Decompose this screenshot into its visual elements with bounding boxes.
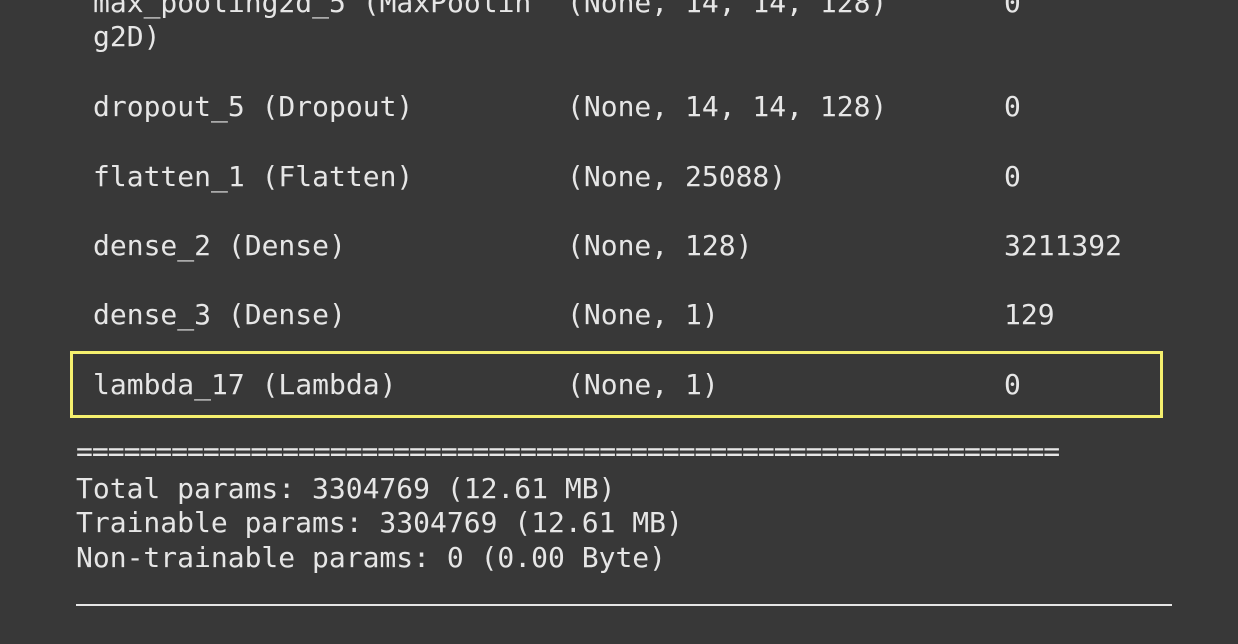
layer-output-shape: (None, 128) xyxy=(567,229,753,262)
double-separator: ========================================… xyxy=(76,440,1060,458)
layer-name: max_pooling2d_5 (MaxPoolin g2D) xyxy=(93,0,532,53)
layer-output-shape: (None, 1) xyxy=(567,368,719,401)
layer-param-count: 0 xyxy=(1004,90,1021,123)
layer-param-count: 0 xyxy=(1004,160,1021,193)
single-separator xyxy=(76,604,1172,606)
layer-name: flatten_1 (Flatten) xyxy=(93,160,414,193)
layer-output-shape: (None, 14, 14, 128) xyxy=(567,0,888,19)
layer-name: dense_2 (Dense) xyxy=(93,229,346,262)
layer-name: dropout_5 (Dropout) xyxy=(93,90,414,123)
layer-name: dense_3 (Dense) xyxy=(93,298,346,331)
total-params: Total params: 3304769 (12.61 MB) xyxy=(76,472,616,505)
layer-param-count: 0 xyxy=(1004,0,1021,19)
non-trainable-params: Non-trainable params: 0 (0.00 Byte) xyxy=(76,541,667,574)
layer-output-shape: (None, 25088) xyxy=(567,160,787,193)
layer-param-count: 0 xyxy=(1004,368,1021,401)
layer-name-highlighted: lambda_17 (Lambda) xyxy=(93,368,397,401)
layer-output-shape: (None, 14, 14, 128) xyxy=(567,90,888,123)
layer-output-shape: (None, 1) xyxy=(567,298,719,331)
layer-param-count: 129 xyxy=(1004,298,1055,331)
model-summary-output: max_pooling2d_5 (MaxPoolin g2D) (None, 1… xyxy=(0,0,1238,644)
trainable-params: Trainable params: 3304769 (12.61 MB) xyxy=(76,506,683,539)
layer-param-count: 3211392 xyxy=(1004,229,1123,262)
